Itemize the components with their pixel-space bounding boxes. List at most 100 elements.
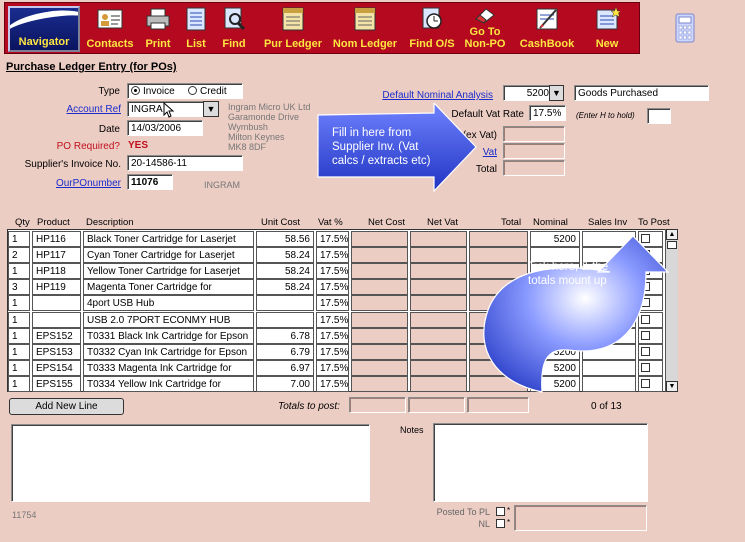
cell-product[interactable]: HP116 [32, 231, 81, 247]
default-nominal-desc[interactable]: Goods Purchased [574, 85, 709, 101]
cell-description[interactable]: Black Toner Cartridge for Laserjet [83, 231, 254, 247]
cell-product[interactable]: EPS154 [32, 359, 81, 376]
cell-product[interactable]: HP119 [32, 279, 81, 296]
cell-product[interactable]: EPS155 [32, 375, 81, 392]
cell-vat[interactable]: 17.5% [316, 343, 349, 360]
default-nominal-code[interactable]: 5200 [503, 85, 553, 101]
cell-vat[interactable]: 17.5% [316, 311, 349, 328]
nominal-dropdown-icon[interactable]: ▼ [549, 85, 564, 101]
cell-qty[interactable]: 1 [8, 359, 30, 376]
cell-qty[interactable]: 3 [8, 279, 30, 296]
cell-qty[interactable]: 1 [8, 375, 30, 392]
cell-net-vat[interactable] [410, 279, 467, 296]
cell-net-vat[interactable] [410, 295, 467, 312]
go-to-non-po-button[interactable]: Go To Non-PO [460, 3, 510, 53]
cell-unit-cost[interactable]: 58.24 [256, 247, 314, 264]
cell-qty[interactable]: 1 [8, 343, 30, 360]
list-button[interactable]: List [181, 3, 211, 53]
cell-product[interactable] [32, 311, 81, 328]
cell-net-cost[interactable] [351, 247, 408, 264]
cell-net-vat[interactable] [410, 247, 467, 264]
cell-description[interactable]: Magenta Toner Cartridge for [83, 279, 254, 296]
cell-description[interactable]: 4port USB Hub [83, 295, 254, 312]
cell-net-vat[interactable] [410, 359, 467, 376]
posted-to-pl-checkbox[interactable] [496, 507, 505, 516]
navigator-button[interactable]: Navigator [8, 6, 80, 52]
cell-qty[interactable]: 2 [8, 247, 30, 264]
pur-ledger-button[interactable]: Pur Ledger [259, 3, 327, 53]
cell-net-cost[interactable] [351, 263, 408, 280]
memo-textarea[interactable] [11, 424, 370, 502]
contacts-button[interactable]: Contacts [85, 3, 135, 53]
cell-vat[interactable]: 17.5% [316, 279, 349, 296]
cell-description[interactable]: T0333 Magenta Ink Cartridge for [83, 359, 254, 376]
cell-net-vat[interactable] [410, 231, 467, 247]
cell-net-cost[interactable] [351, 343, 408, 360]
cell-unit-cost[interactable]: 6.79 [256, 343, 314, 360]
find-os-button[interactable]: Find O/S [407, 3, 457, 53]
invoice-radio[interactable] [131, 86, 140, 95]
cell-net-vat[interactable] [410, 327, 467, 344]
cell-net-vat[interactable] [410, 375, 467, 392]
cell-qty[interactable]: 1 [8, 295, 30, 312]
cell-description[interactable]: T0334 Yellow Ink Cartridge for [83, 375, 254, 392]
default-nominal-link[interactable]: Default Nominal Analysis [360, 90, 493, 101]
cell-unit-cost[interactable]: 7.00 [256, 375, 314, 392]
total-field[interactable] [503, 160, 565, 176]
our-po-link[interactable]: OurPOnumber [30, 178, 121, 189]
account-ref-link[interactable]: Account Ref [40, 104, 121, 115]
account-ref-dropdown-icon[interactable]: ▼ [203, 101, 219, 117]
cell-net-vat[interactable] [410, 311, 467, 328]
notes-textarea[interactable] [433, 423, 648, 502]
cell-product[interactable] [32, 295, 81, 312]
cell-vat[interactable]: 17.5% [316, 359, 349, 376]
cell-net-cost[interactable] [351, 311, 408, 328]
find-button[interactable]: Find [217, 3, 251, 53]
cell-unit-cost[interactable]: 6.97 [256, 359, 314, 376]
cell-qty[interactable]: 1 [8, 327, 30, 344]
cell-product[interactable]: EPS153 [32, 343, 81, 360]
add-new-line-button[interactable]: Add New Line [9, 398, 124, 415]
cell-net-cost[interactable] [351, 327, 408, 344]
cell-description[interactable]: Cyan Toner Cartridge for Laserjet [83, 247, 254, 264]
cell-unit-cost[interactable]: 58.24 [256, 279, 314, 296]
our-po-field[interactable]: 11076 [127, 174, 173, 190]
cashbook-button[interactable]: CashBook [517, 3, 577, 53]
cell-unit-cost[interactable]: 58.24 [256, 263, 314, 280]
cell-net-vat[interactable] [410, 343, 467, 360]
cell-vat[interactable]: 17.5% [316, 375, 349, 392]
cell-description[interactable]: USB 2.0 7PORT ECONMY HUB [83, 311, 254, 328]
cell-unit-cost[interactable]: 58.56 [256, 231, 314, 247]
cell-description[interactable]: T0331 Black Ink Cartridge for Epson [83, 327, 254, 344]
nl-checkbox[interactable] [496, 519, 505, 528]
cell-qty[interactable]: 1 [8, 311, 30, 328]
cell-unit-cost[interactable] [256, 295, 314, 312]
default-vat-field[interactable]: 17.5% [529, 105, 566, 121]
cell-vat[interactable]: 17.5% [316, 247, 349, 264]
cell-net-vat[interactable] [410, 263, 467, 280]
cell-description[interactable]: T0332 Cyan Ink Cartridge for Epson [83, 343, 254, 360]
cell-net-cost[interactable] [351, 231, 408, 247]
cell-vat[interactable]: 17.5% [316, 231, 349, 247]
hold-field[interactable] [647, 108, 671, 124]
cell-description[interactable]: Yellow Toner Cartridge for Laserjet [83, 263, 254, 280]
date-field[interactable]: 14/03/2006 [127, 120, 203, 136]
credit-radio[interactable] [188, 86, 197, 95]
vat-field[interactable] [503, 143, 565, 159]
calculator-icon[interactable] [675, 13, 695, 43]
cell-vat[interactable]: 17.5% [316, 327, 349, 344]
print-button[interactable]: Print [140, 3, 176, 53]
cell-unit-cost[interactable]: 6.78 [256, 327, 314, 344]
cell-product[interactable]: HP117 [32, 247, 81, 264]
nom-ledger-button[interactable]: Nom Ledger [331, 3, 399, 53]
cell-vat[interactable]: 17.5% [316, 263, 349, 280]
cell-net-cost[interactable] [351, 279, 408, 296]
cell-net-cost[interactable] [351, 295, 408, 312]
cell-product[interactable]: HP118 [32, 263, 81, 280]
cell-unit-cost[interactable] [256, 311, 314, 328]
new-button[interactable]: New [585, 3, 629, 53]
cell-qty[interactable]: 1 [8, 263, 30, 280]
cell-net-cost[interactable] [351, 359, 408, 376]
cell-vat[interactable]: 17.5% [316, 295, 349, 312]
cell-net-cost[interactable] [351, 375, 408, 392]
